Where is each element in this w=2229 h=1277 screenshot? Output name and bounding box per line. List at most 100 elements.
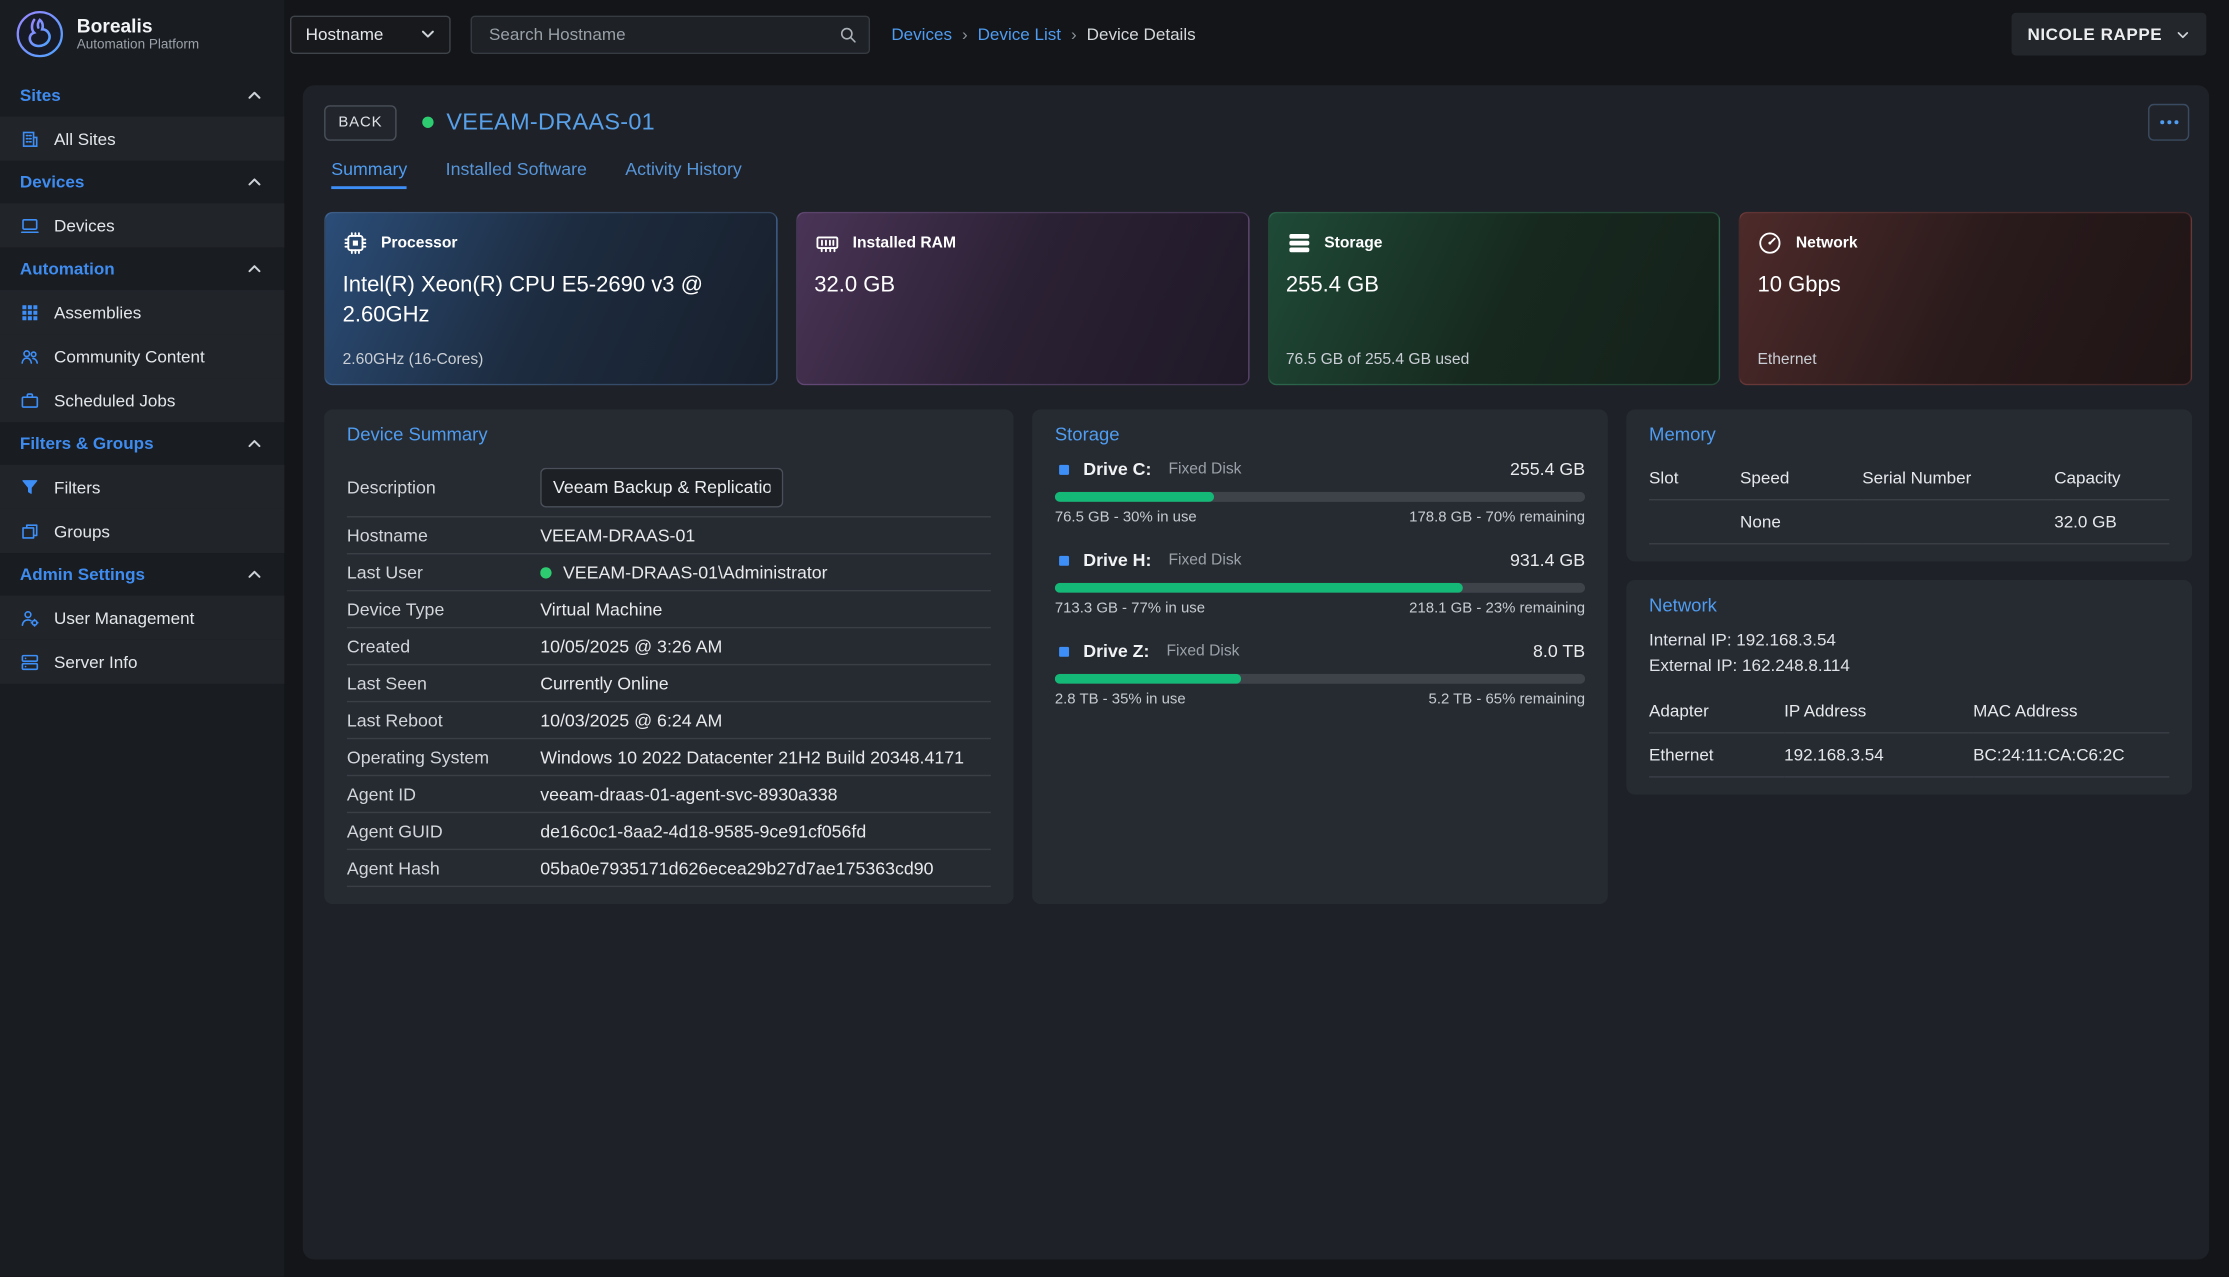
summary-row-agent-hash: Agent Hash 05ba0e7935171d626ecea29b27d7a… bbox=[347, 850, 991, 887]
breadcrumb-separator: › bbox=[1071, 24, 1077, 44]
installed-ram-card: Installed RAM 32.0 GB bbox=[796, 212, 1249, 385]
memory-serial-cell bbox=[1862, 500, 2054, 544]
cpu-icon bbox=[343, 230, 369, 256]
back-button[interactable]: BACK bbox=[324, 104, 397, 140]
network-panel: Network Internal IP: 192.168.3.54 Extern… bbox=[1626, 580, 2192, 795]
user-name: NICOLE RAPPE bbox=[2027, 24, 2162, 44]
sidebar-nav: Sites All Sites Devices Devices Automati… bbox=[0, 68, 284, 684]
sidebar-item-label: Scheduled Jobs bbox=[54, 390, 175, 410]
tab-activity-history[interactable]: Activity History bbox=[625, 159, 742, 189]
sidebar-item-assemblies[interactable]: Assemblies bbox=[0, 290, 284, 334]
summary-row-agent-id: Agent ID veeam-draas-01-agent-svc-8930a3… bbox=[347, 776, 991, 813]
sidebar-item-user-management[interactable]: User Management bbox=[0, 596, 284, 640]
brand: Borealis Automation Platform bbox=[0, 0, 284, 68]
gauge-icon bbox=[1757, 230, 1783, 256]
more-options-button[interactable] bbox=[2148, 104, 2189, 141]
external-ip: External IP: 162.248.8.114 bbox=[1649, 655, 2169, 675]
stat-title: Processor bbox=[381, 235, 457, 252]
topbar: Hostname Devices › Device List › Device … bbox=[284, 0, 2229, 68]
funnel-icon bbox=[20, 477, 40, 497]
breadcrumb-device-list[interactable]: Device List bbox=[978, 24, 1061, 44]
sidebar-item-label: Assemblies bbox=[54, 302, 141, 322]
chevron-down-icon bbox=[418, 24, 438, 44]
ram-value: 32.0 GB bbox=[814, 272, 1201, 302]
memory-slot-cell bbox=[1649, 500, 1740, 544]
page-title: VEEAM-DRAAS-01 bbox=[446, 109, 655, 136]
tab-summary[interactable]: Summary bbox=[331, 159, 407, 189]
breadcrumb-current: Device Details bbox=[1087, 24, 1196, 44]
online-status-dot bbox=[422, 117, 433, 128]
panel-title: Storage bbox=[1055, 424, 1585, 445]
sidebar-section-sites[interactable]: Sites bbox=[0, 74, 284, 117]
chevron-up-icon bbox=[245, 434, 265, 454]
sidebar-item-scheduled-jobs[interactable]: Scheduled Jobs bbox=[0, 378, 284, 422]
processor-footer: 2.60GHz (16-Cores) bbox=[343, 351, 484, 368]
sidebar-item-devices[interactable]: Devices bbox=[0, 203, 284, 247]
memory-capacity-cell: 32.0 GB bbox=[2054, 500, 2169, 544]
sidebar-section-devices[interactable]: Devices bbox=[0, 161, 284, 204]
summary-row-operating-system: Operating System Windows 10 2022 Datacen… bbox=[347, 739, 991, 776]
network-adapter-table: Adapter IP Address MAC Address Ethernet … bbox=[1649, 692, 2169, 777]
chevron-up-icon bbox=[245, 564, 265, 584]
breadcrumb-separator: › bbox=[962, 24, 968, 44]
summary-row-last-user: Last User VEEAM-DRAAS-01\Administrator bbox=[347, 554, 991, 591]
summary-row-hostname: Hostname VEEAM-DRAAS-01 bbox=[347, 517, 991, 554]
brand-name: Borealis bbox=[77, 15, 199, 37]
sidebar-item-groups[interactable]: Groups bbox=[0, 509, 284, 553]
drive-bullet-icon bbox=[1059, 646, 1069, 656]
dropdown-selected-value: Hostname bbox=[306, 24, 384, 44]
summary-row-last-reboot: Last Reboot 10/03/2025 @ 6:24 AM bbox=[347, 702, 991, 739]
search-input[interactable] bbox=[486, 23, 839, 46]
summary-row-last-seen: Last Seen Currently Online bbox=[347, 665, 991, 702]
summary-row-agent-guid: Agent GUID de16c0c1-8aa2-4d18-9585-9ce91… bbox=[347, 813, 991, 850]
processor-card: Processor Intel(R) Xeon(R) CPU E5-2690 v… bbox=[324, 212, 777, 385]
app: Borealis Automation Platform Sites All S… bbox=[0, 0, 2229, 1277]
sidebar-section-automation[interactable]: Automation bbox=[0, 247, 284, 290]
sidebar-item-label: Groups bbox=[54, 521, 110, 541]
drive-h: Drive H: Fixed Disk 931.4 GB 713.3 GB - … bbox=[1055, 550, 1585, 617]
storage-panel: Storage Drive C: Fixed Disk 255.4 GB 76.… bbox=[1032, 409, 1608, 904]
chevron-up-icon bbox=[245, 85, 265, 105]
devices-icon bbox=[20, 215, 40, 235]
sidebar-section-admin-settings[interactable]: Admin Settings bbox=[0, 553, 284, 596]
online-status-dot bbox=[540, 567, 551, 578]
network-card: Network 10 Gbps Ethernet bbox=[1739, 212, 2192, 385]
sidebar-item-server-info[interactable]: Server Info bbox=[0, 640, 284, 684]
breadcrumb-devices[interactable]: Devices bbox=[891, 24, 952, 44]
adapter-mac-cell: BC:24:11:CA:C6:2C bbox=[1973, 734, 2169, 778]
summary-row-created: Created 10/05/2025 @ 3:26 AM bbox=[347, 628, 991, 665]
sidebar-item-filters[interactable]: Filters bbox=[0, 465, 284, 509]
user-menu-button[interactable]: NICOLE RAPPE bbox=[2012, 13, 2206, 56]
sidebar-item-label: Community Content bbox=[54, 346, 205, 366]
memory-table: Slot Speed Serial Number Capacity None 3… bbox=[1649, 459, 2169, 544]
sidebar: Borealis Automation Platform Sites All S… bbox=[0, 0, 284, 1277]
page-header: BACK VEEAM-DRAAS-01 bbox=[324, 104, 2195, 141]
sidebar-item-all-sites[interactable]: All Sites bbox=[0, 117, 284, 161]
adapter-ip-cell: 192.168.3.54 bbox=[1784, 734, 1973, 778]
adapter-name-cell: Ethernet bbox=[1649, 734, 1784, 778]
sidebar-item-label: All Sites bbox=[54, 129, 116, 149]
more-options-icon bbox=[2159, 119, 2179, 125]
hostname-filter-dropdown[interactable]: Hostname bbox=[290, 15, 451, 53]
drive-remaining-text: 178.8 GB - 70% remaining bbox=[1409, 509, 1585, 526]
right-column: Memory Slot Speed Serial Number Capacity… bbox=[1626, 409, 2192, 794]
search-icon bbox=[839, 25, 857, 43]
network-value: 10 Gbps bbox=[1757, 272, 2144, 302]
sidebar-item-community-content[interactable]: Community Content bbox=[0, 334, 284, 378]
user-gear-icon bbox=[20, 608, 40, 628]
tab-installed-software[interactable]: Installed Software bbox=[446, 159, 587, 189]
memory-panel: Memory Slot Speed Serial Number Capacity… bbox=[1626, 409, 2192, 561]
drive-bullet-icon bbox=[1059, 464, 1069, 474]
detail-panels: Device Summary Description Hostname VEEA… bbox=[324, 409, 2195, 904]
internal-ip: Internal IP: 192.168.3.54 bbox=[1649, 630, 2169, 650]
panel-title: Network bbox=[1649, 594, 2169, 615]
chevron-down-icon bbox=[2175, 26, 2191, 42]
sidebar-item-label: Devices bbox=[54, 215, 115, 235]
grid-icon bbox=[20, 302, 40, 322]
description-input[interactable] bbox=[540, 468, 783, 508]
breadcrumb: Devices › Device List › Device Details bbox=[891, 24, 1195, 44]
sidebar-section-filters-groups[interactable]: Filters & Groups bbox=[0, 422, 284, 465]
panel-title: Device Summary bbox=[347, 424, 991, 445]
summary-row-device-type: Device Type Virtual Machine bbox=[347, 591, 991, 628]
drive-used-text: 713.3 GB - 77% in use bbox=[1055, 600, 1205, 617]
